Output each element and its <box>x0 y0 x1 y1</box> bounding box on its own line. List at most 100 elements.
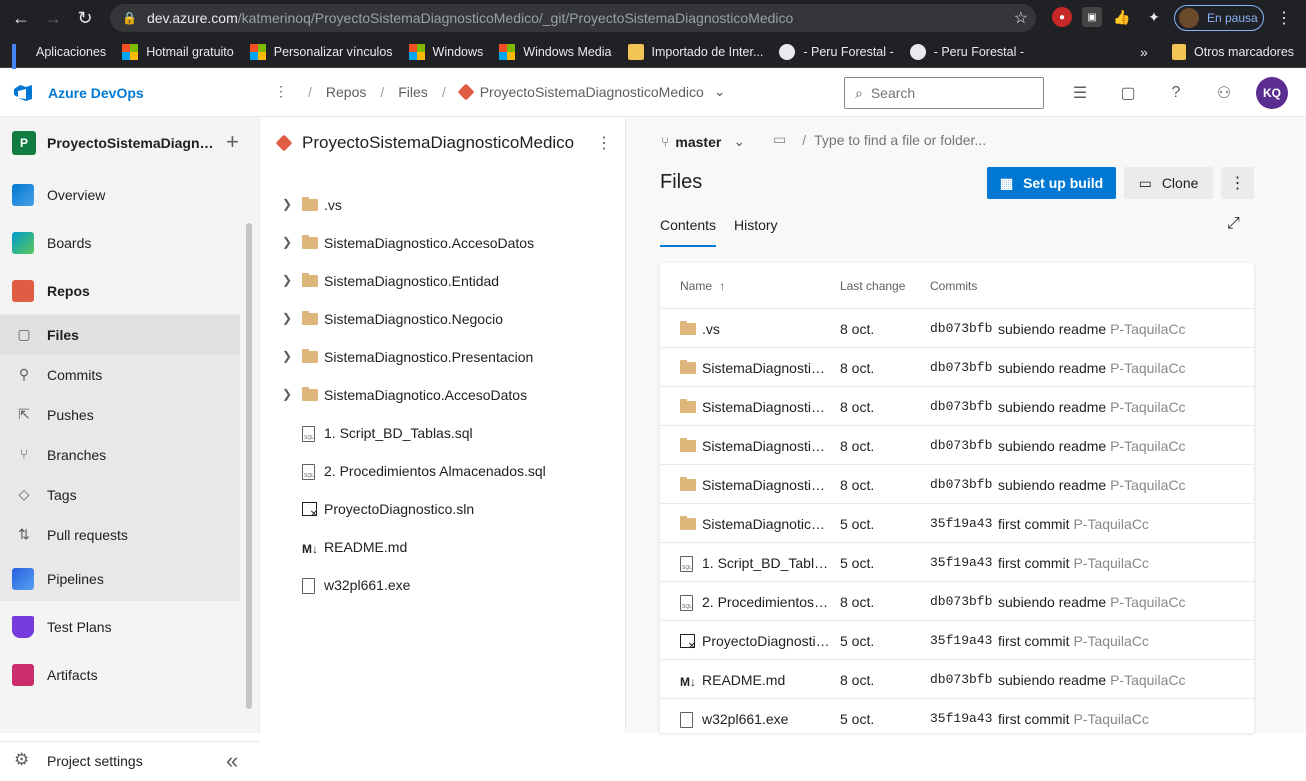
commit-message[interactable]: subiendo readme <box>998 399 1106 415</box>
sidebar-item-commits[interactable]: ⚲ Commits <box>0 355 240 395</box>
sidebar-item-boards[interactable]: Boards <box>0 223 240 263</box>
commit-message[interactable]: subiendo readme <box>998 438 1106 454</box>
setup-build-button[interactable]: ▦ Set up build <box>987 167 1116 199</box>
chevron-right-icon[interactable]: ❯ <box>282 273 292 287</box>
commit-message[interactable]: first commit <box>998 711 1070 727</box>
project-selector[interactable]: P ProyectoSistemaDiagnosticoMedico <box>12 131 217 155</box>
file-name-link[interactable]: README.md <box>702 672 830 688</box>
file-name-link[interactable]: .vs <box>702 321 830 337</box>
sidebar-item-tags[interactable]: ◇ Tags <box>0 475 240 515</box>
commit-message[interactable]: first commit <box>998 555 1070 571</box>
commit-hash-link[interactable]: 35f19a43 <box>930 711 992 726</box>
task-list-icon[interactable]: ☰ <box>1070 83 1090 103</box>
tree-item[interactable]: ❯ .vs <box>260 186 626 224</box>
col-last-change[interactable]: Last change <box>840 279 905 293</box>
commit-hash-link[interactable]: db073bfb <box>930 594 992 609</box>
extension-thumb-icon[interactable]: 👍 <box>1112 7 1132 27</box>
file-name-link[interactable]: SistemaDiagnostico.Presentacion <box>702 477 830 493</box>
commit-hash-link[interactable]: 35f19a43 <box>930 516 992 531</box>
clone-button[interactable]: ▭ Clone <box>1124 167 1213 199</box>
commit-hash-link[interactable]: 35f19a43 <box>930 633 992 648</box>
tree-item[interactable]: ❯ SistemaDiagnostico.Negocio <box>260 300 626 338</box>
bookmark-personalizar[interactable]: Personalizar vínculos <box>249 43 393 60</box>
more-bookmarks-icon[interactable]: » <box>1140 44 1148 60</box>
search-input[interactable] <box>870 85 1021 101</box>
reload-button[interactable]: ↻ <box>70 3 100 33</box>
user-settings-icon[interactable]: ⚇ <box>1214 83 1234 103</box>
table-row[interactable]: SQL 2. Procedimientos Almacenados.sql 8 oc… <box>660 581 1254 620</box>
bookmark-star-icon[interactable]: ☆ <box>1014 8 1028 28</box>
table-row[interactable]: SQL 1. Script_BD_Tablas.sql 5 oct. 35f19a43… <box>660 542 1254 581</box>
sidebar-item-repos[interactable]: Repos <box>0 271 240 311</box>
col-name[interactable]: Name ↑ <box>680 279 725 293</box>
sidebar-item-pipelines[interactable]: Pipelines <box>0 559 240 599</box>
sidebar-item-overview[interactable]: Overview <box>0 175 240 215</box>
commit-message[interactable]: subiendo readme <box>998 672 1106 688</box>
file-name-link[interactable]: SistemaDiagnotico.AccesoDatos <box>702 516 830 532</box>
profile-button[interactable]: En pausa <box>1174 5 1264 31</box>
commit-hash-link[interactable]: 35f19a43 <box>930 555 992 570</box>
collapse-sidebar-icon[interactable]: « <box>226 748 238 774</box>
tree-item[interactable]: ❯ SistemaDiagnostico.Presentacion <box>260 338 626 376</box>
tree-item[interactable]: SQL 1. Script_BD_Tablas.sql <box>260 414 626 452</box>
table-row[interactable]: ProyectoDiagnostico.sln 5 oct. 35f19a43 fir… <box>660 620 1254 659</box>
sidebar-item-artifacts[interactable]: Artifacts <box>0 655 240 695</box>
col-commits[interactable]: Commits <box>930 279 977 293</box>
extension-red-icon[interactable]: ● <box>1052 7 1072 27</box>
extension-box-icon[interactable]: ▣ <box>1082 7 1102 27</box>
bookmark-other[interactable]: Otros marcadores <box>1172 43 1294 60</box>
tree-item[interactable]: M↓ README.md <box>260 528 626 566</box>
brand-name[interactable]: Azure DevOps <box>48 85 144 101</box>
azure-devops-logo[interactable] <box>12 83 34 103</box>
commit-hash-link[interactable]: db073bfb <box>930 477 992 492</box>
chevron-right-icon[interactable]: ❯ <box>282 311 292 325</box>
bookmark-hotmail[interactable]: Hotmail gratuito <box>122 43 234 60</box>
sidebar-scrollbar[interactable] <box>246 223 252 709</box>
breadcrumb-repo[interactable]: ProyectoSistemaDiagnosticoMedico <box>480 84 704 100</box>
commit-message[interactable]: subiendo readme <box>998 594 1106 610</box>
browser-menu-icon[interactable]: ⋮ <box>1276 8 1292 28</box>
back-button[interactable]: ← <box>6 3 36 33</box>
sidebar-item-test-plans[interactable]: Test Plans <box>0 607 240 647</box>
bookmark-windows-media[interactable]: Windows Media <box>499 43 612 60</box>
sidebar-item-files[interactable]: ▢ Files <box>0 315 240 355</box>
user-avatar[interactable]: KQ <box>1256 77 1288 109</box>
commit-message[interactable]: first commit <box>998 516 1070 532</box>
file-name-link[interactable]: SistemaDiagnostico.Negocio <box>702 438 830 454</box>
repo-title[interactable]: ProyectoSistemaDiagnosticoMedico <box>275 133 574 153</box>
search-box[interactable]: ⌕ <box>844 77 1044 109</box>
tree-item[interactable]: ❯ SistemaDiagnostico.Entidad <box>260 262 626 300</box>
bookmark-peru-forestal-2[interactable]: - Peru Forestal - <box>909 43 1024 60</box>
commit-hash-link[interactable]: db073bfb <box>930 672 992 687</box>
more-actions-button[interactable]: ⋮ <box>1221 167 1254 199</box>
sidebar-item-pull-requests[interactable]: ⇅ Pull requests <box>0 515 240 555</box>
breadcrumb-menu-icon[interactable]: ⋮ <box>274 83 288 100</box>
commit-hash-link[interactable]: db073bfb <box>930 321 992 336</box>
help-icon[interactable]: ? <box>1166 83 1186 103</box>
add-icon[interactable]: + <box>226 129 239 155</box>
file-name-link[interactable]: SistemaDiagnostico.AccesoDatos <box>702 360 830 376</box>
commit-message[interactable]: subiendo readme <box>998 360 1106 376</box>
tree-item[interactable]: ❯ SistemaDiagnotico.AccesoDatos <box>260 376 626 414</box>
chevron-right-icon[interactable]: ❯ <box>282 197 292 211</box>
commit-message[interactable]: subiendo readme <box>998 477 1106 493</box>
file-name-link[interactable]: 1. Script_BD_Tablas.sql <box>702 555 830 571</box>
tab-contents[interactable]: Contents <box>660 217 717 247</box>
extensions-puzzle-icon[interactable]: ✦ <box>1144 7 1164 27</box>
table-row[interactable]: w32pl661.exe 5 oct. 35f19a43 first commit P… <box>660 698 1254 737</box>
breadcrumb-repos[interactable]: Repos <box>326 84 366 100</box>
sidebar-item-branches[interactable]: ⑂ Branches <box>0 435 240 475</box>
file-name-link[interactable]: w32pl661.exe <box>702 711 830 727</box>
table-row[interactable]: .vs 8 oct. db073bfb subiendo readme P-Taqui… <box>660 308 1254 347</box>
commit-hash-link[interactable]: db073bfb <box>930 360 992 375</box>
table-row[interactable]: M↓ README.md 8 oct. db073bfb subiendo readme… <box>660 659 1254 698</box>
table-row[interactable]: SistemaDiagnostico.Negocio 8 oct. db073bfb… <box>660 425 1254 464</box>
chevron-right-icon[interactable]: ❯ <box>282 235 292 249</box>
path-search[interactable]: ▭ / <box>773 131 1115 148</box>
sidebar-item-pushes[interactable]: ⇱ Pushes <box>0 395 240 435</box>
file-name-link[interactable]: 2. Procedimientos Almacenados.sql <box>702 594 830 610</box>
file-name-link[interactable]: SistemaDiagnostico.Entidad <box>702 399 830 415</box>
tree-item[interactable]: w32pl661.exe <box>260 566 626 604</box>
table-row[interactable]: SistemaDiagnostico.AccesoDatos 8 oct. db07… <box>660 347 1254 386</box>
bookmark-apps[interactable]: Aplicaciones <box>12 43 106 80</box>
